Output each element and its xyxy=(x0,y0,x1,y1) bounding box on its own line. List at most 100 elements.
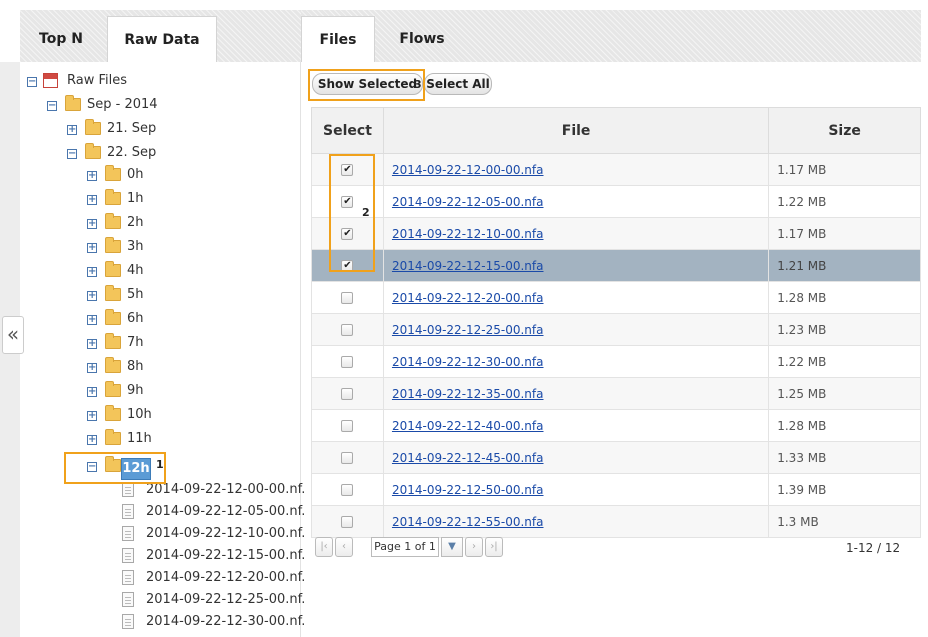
expand-toggle-icon[interactable]: + xyxy=(87,411,97,421)
tree-file-label: 2014-09-22-12-00-00.nf. xyxy=(146,482,306,497)
file-link[interactable]: 2014-09-22-12-50-00.nfa xyxy=(392,483,544,497)
file-link[interactable]: 2014-09-22-12-45-00.nfa xyxy=(392,451,544,465)
row-checkbox[interactable] xyxy=(341,292,354,304)
table-row-selected[interactable]: ✔ 2014-09-22-12-15-00.nfa 1.21 MB xyxy=(311,249,921,282)
tree-node-label: 0h xyxy=(127,167,144,182)
file-link[interactable]: 2014-09-22-12-15-00.nfa xyxy=(392,259,544,273)
record-count: 1-12 / 12 xyxy=(846,541,901,555)
column-header-size[interactable]: Size xyxy=(768,107,921,154)
tree-node-label: 11h xyxy=(127,431,152,446)
expand-toggle-icon[interactable]: + xyxy=(87,171,97,181)
file-size: 1.33 MB xyxy=(768,441,921,474)
row-checkbox[interactable] xyxy=(341,388,354,400)
tab-raw-data[interactable]: Raw Data xyxy=(107,16,217,62)
tree-node-label: 5h xyxy=(127,287,144,302)
table-row[interactable]: 2014-09-22-12-40-00.nfa 1.28 MB xyxy=(311,409,921,442)
collapse-toggle-icon[interactable]: − xyxy=(67,149,77,159)
collapse-toggle-icon[interactable]: − xyxy=(47,101,57,111)
table-row[interactable]: ✔ 2014-09-22-12-10-00.nfa 1.17 MB xyxy=(311,217,921,250)
table-row[interactable]: 2014-09-22-12-55-00.nfa 1.3 MB xyxy=(311,505,921,538)
expand-toggle-icon[interactable]: + xyxy=(87,195,97,205)
expand-toggle-icon[interactable]: + xyxy=(87,315,97,325)
file-icon xyxy=(122,592,134,607)
tree-file-label: 2014-09-22-12-05-00.nf. xyxy=(146,504,306,519)
column-header-file[interactable]: File xyxy=(382,107,770,154)
prev-page-icon[interactable]: ‹ xyxy=(335,537,353,557)
calendar-icon xyxy=(43,73,58,88)
file-link[interactable]: 2014-09-22-12-55-00.nfa xyxy=(392,515,544,529)
row-checkbox[interactable] xyxy=(341,420,354,432)
table-row[interactable]: 2014-09-22-12-50-00.nfa 1.39 MB xyxy=(311,473,921,506)
tree-node-label: 22. Sep xyxy=(107,145,157,160)
tree-node-label: 2h xyxy=(127,215,144,230)
row-checkbox[interactable] xyxy=(341,484,354,496)
file-link[interactable]: 2014-09-22-12-35-00.nfa xyxy=(392,387,544,401)
column-header-select[interactable]: Select xyxy=(311,107,384,154)
row-checkbox[interactable] xyxy=(341,324,354,336)
folder-icon xyxy=(105,261,121,277)
expand-toggle-icon[interactable]: + xyxy=(87,387,97,397)
page-dropdown-icon[interactable]: ▼ xyxy=(441,537,463,557)
file-link[interactable]: 2014-09-22-12-30-00.nfa xyxy=(392,355,544,369)
expand-toggle-icon[interactable]: + xyxy=(87,339,97,349)
file-link[interactable]: 2014-09-22-12-10-00.nfa xyxy=(392,227,544,241)
collapse-toggle-icon[interactable]: − xyxy=(27,77,37,87)
folder-icon xyxy=(105,381,121,397)
tree-file-label: 2014-09-22-12-30-00.nf. xyxy=(146,614,306,629)
tree-node-label: 6h xyxy=(127,311,144,326)
folder-icon xyxy=(105,357,121,373)
row-checkbox[interactable] xyxy=(341,516,354,528)
folder-icon xyxy=(105,333,121,349)
step-badge-1: 1 xyxy=(156,458,164,471)
expand-toggle-icon[interactable]: + xyxy=(87,267,97,277)
table-row[interactable]: 2014-09-22-12-20-00.nfa 1.28 MB xyxy=(311,281,921,314)
tree-node-label: 4h xyxy=(127,263,144,278)
file-link[interactable]: 2014-09-22-12-00-00.nfa xyxy=(392,163,544,177)
tree-file-label: 2014-09-22-12-10-00.nf. xyxy=(146,526,306,541)
table-row[interactable]: 2014-09-22-12-45-00.nfa 1.33 MB xyxy=(311,441,921,474)
file-link[interactable]: 2014-09-22-12-05-00.nfa xyxy=(392,195,544,209)
folder-icon xyxy=(105,189,121,205)
file-link[interactable]: 2014-09-22-12-40-00.nfa xyxy=(392,419,544,433)
tree-node-label: 1h xyxy=(127,191,144,206)
row-checkbox[interactable] xyxy=(341,452,354,464)
folder-icon xyxy=(85,143,101,159)
tab-flows[interactable]: Flows xyxy=(381,16,463,62)
first-page-icon[interactable]: |‹ xyxy=(315,537,333,557)
tab-files[interactable]: Files xyxy=(301,16,375,62)
expand-toggle-icon[interactable]: + xyxy=(87,435,97,445)
table-row[interactable]: ✔ 2014-09-22-12-05-00.nfa 1.22 MB xyxy=(311,185,921,218)
expand-toggle-icon[interactable]: + xyxy=(87,291,97,301)
right-tab-bar: Files Flows xyxy=(301,10,921,62)
table-row[interactable]: 2014-09-22-12-25-00.nfa 1.23 MB xyxy=(311,313,921,346)
last-page-icon[interactable]: ›| xyxy=(485,537,503,557)
next-page-icon[interactable]: › xyxy=(465,537,483,557)
step-badge-3: 3 xyxy=(414,78,422,91)
expand-toggle-icon[interactable]: + xyxy=(87,363,97,373)
file-link[interactable]: 2014-09-22-12-25-00.nfa xyxy=(392,323,544,337)
tree-file-label: 2014-09-22-12-20-00.nf. xyxy=(146,570,306,585)
table-row[interactable]: 2014-09-22-12-35-00.nfa 1.25 MB xyxy=(311,377,921,410)
table-row[interactable]: ✔ 2014-09-22-12-00-00.nfa 1.17 MB xyxy=(311,153,921,186)
expand-toggle-icon[interactable]: + xyxy=(87,219,97,229)
file-size: 1.28 MB xyxy=(768,409,921,442)
files-table: Select File Size ✔ 2014-09-22-12-00-00.nf… xyxy=(311,107,921,538)
table-row[interactable]: 2014-09-22-12-30-00.nfa 1.22 MB xyxy=(311,345,921,378)
file-size: 1.25 MB xyxy=(768,377,921,410)
step-badge-2: 2 xyxy=(362,206,370,219)
tree-node-label: 7h xyxy=(127,335,144,350)
file-size: 1.28 MB xyxy=(768,281,921,314)
folder-icon xyxy=(105,405,121,421)
tree-node-label: 21. Sep xyxy=(107,121,157,136)
folder-icon xyxy=(105,237,121,253)
file-size: 1.21 MB xyxy=(768,249,921,282)
file-link[interactable]: 2014-09-22-12-20-00.nfa xyxy=(392,291,544,305)
select-all-button[interactable]: Select All xyxy=(424,73,492,95)
expand-toggle-icon[interactable]: + xyxy=(67,125,77,135)
page-indicator: Page 1 of 1 xyxy=(371,537,439,557)
row-checkbox[interactable] xyxy=(341,356,354,368)
file-size: 1.23 MB xyxy=(768,313,921,346)
expand-toggle-icon[interactable]: + xyxy=(87,243,97,253)
tab-top-n[interactable]: Top N xyxy=(20,16,102,62)
file-icon xyxy=(122,548,134,563)
